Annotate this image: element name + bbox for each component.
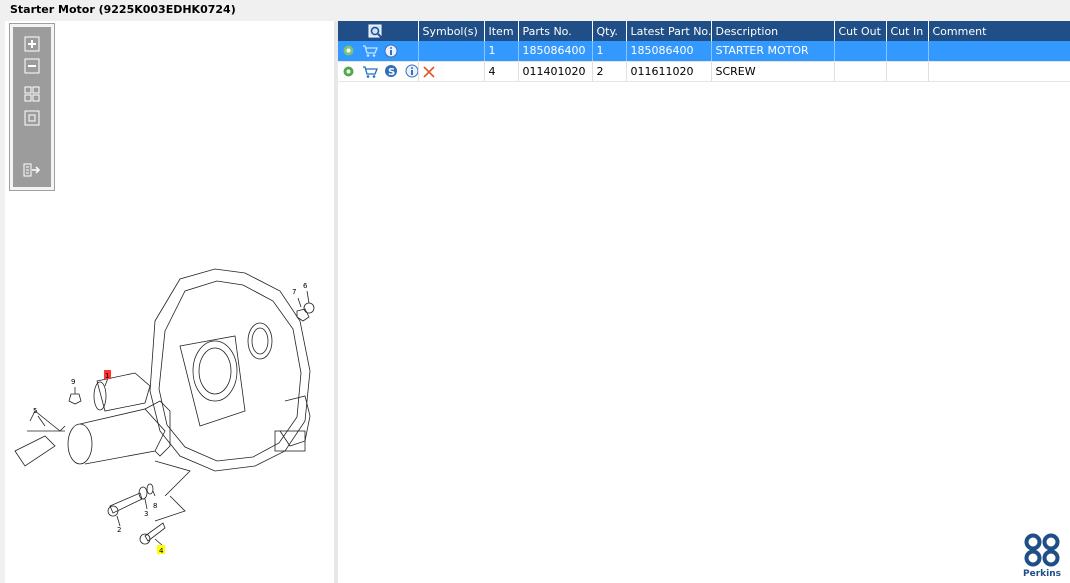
- row-parts-no-cell: 185086400: [518, 41, 593, 62]
- callout-7[interactable]: 7: [292, 288, 296, 296]
- export-button[interactable]: [23, 161, 41, 179]
- cross-icon: [422, 65, 435, 78]
- perkins-logo-icon: [1024, 533, 1060, 567]
- row-description-cell: STARTER MOTOR: [711, 41, 835, 62]
- gear-icon[interactable]: [342, 65, 355, 78]
- row-item-cell: 4: [484, 61, 519, 82]
- magnifier-icon: [368, 24, 383, 38]
- column-header-tools[interactable]: [338, 21, 419, 41]
- row-cut-out-cell: [834, 61, 887, 82]
- column-header-qty[interactable]: Qty.: [592, 21, 627, 41]
- table-row[interactable]: S 4 011401020 2 011611020 SCREW: [338, 61, 1070, 82]
- row-comment-cell: [928, 61, 1070, 82]
- row-latest-cell: 185086400: [626, 41, 712, 62]
- info-icon[interactable]: [384, 44, 398, 58]
- export-icon: [23, 163, 41, 177]
- callout-9[interactable]: 9: [71, 378, 75, 386]
- table-row[interactable]: 1 185086400 1 185086400 STARTER MOTOR: [338, 41, 1070, 62]
- callout-5[interactable]: 5: [33, 407, 37, 415]
- zoom-in-button[interactable]: [23, 35, 41, 53]
- zoom-in-icon: [24, 36, 40, 52]
- column-header-item[interactable]: Item: [484, 21, 519, 41]
- callout-2[interactable]: 2: [117, 526, 121, 534]
- info-icon[interactable]: [405, 64, 419, 78]
- row-comment-cell: [928, 41, 1070, 62]
- row-item-cell: 1: [484, 41, 519, 62]
- callout-4[interactable]: 4: [159, 547, 164, 555]
- window-title: Starter Motor (9225K003EDHK0724): [0, 0, 1070, 20]
- fit-all-button[interactable]: [23, 85, 41, 103]
- row-qty-cell: 1: [592, 41, 627, 62]
- brand-name: Perkins: [1023, 569, 1061, 579]
- viewer-toolbar: [9, 23, 55, 191]
- row-qty-cell: 2: [592, 61, 627, 82]
- fit-window-button[interactable]: [23, 109, 41, 127]
- zoom-out-icon: [24, 58, 40, 74]
- diagram-pane[interactable]: 1 2 3 4 5 6 7 8 9: [5, 21, 335, 583]
- row-cut-out-cell: [834, 41, 887, 62]
- svg-text:S: S: [388, 67, 395, 78]
- fit-all-icon: [24, 86, 40, 102]
- row-symbols-cell: [418, 61, 485, 82]
- gear-icon[interactable]: [342, 44, 355, 57]
- row-parts-no-cell: 011401020: [518, 61, 593, 82]
- row-tools-cell: [338, 41, 419, 62]
- row-symbols-cell: [418, 41, 485, 62]
- zoom-out-button[interactable]: [23, 57, 41, 75]
- column-header-parts-no[interactable]: Parts No.: [518, 21, 593, 41]
- parts-list-pane: Symbol(s) Item Parts No. Qty. Latest Par…: [338, 21, 1070, 583]
- brand-logo: Perkins: [1022, 533, 1062, 579]
- row-latest-cell: 011611020: [626, 61, 712, 82]
- column-header-cut-out[interactable]: Cut Out: [834, 21, 887, 41]
- column-header-comment[interactable]: Comment: [928, 21, 1070, 41]
- row-description-cell: SCREW: [711, 61, 835, 82]
- callout-3[interactable]: 3: [144, 510, 148, 518]
- column-header-latest-part-no[interactable]: Latest Part No.: [626, 21, 712, 41]
- cart-icon[interactable]: [362, 44, 378, 58]
- table-header-row: Symbol(s) Item Parts No. Qty. Latest Par…: [338, 21, 1070, 41]
- callout-1[interactable]: 1: [105, 372, 109, 380]
- supersession-icon[interactable]: S: [384, 64, 398, 78]
- row-tools-cell: S: [338, 61, 419, 82]
- row-cut-in-cell: [886, 61, 929, 82]
- column-header-symbols[interactable]: Symbol(s): [418, 21, 485, 41]
- callout-6[interactable]: 6: [303, 282, 308, 290]
- exploded-parts-diagram[interactable]: 1 2 3 4 5 6 7 8 9: [5, 261, 335, 561]
- fit-window-icon: [24, 110, 40, 126]
- parts-table: Symbol(s) Item Parts No. Qty. Latest Par…: [338, 21, 1070, 82]
- row-cut-in-cell: [886, 41, 929, 62]
- column-header-description[interactable]: Description: [711, 21, 835, 41]
- column-header-cut-in[interactable]: Cut In: [886, 21, 929, 41]
- cart-icon[interactable]: [362, 65, 378, 78]
- callout-8[interactable]: 8: [153, 502, 157, 510]
